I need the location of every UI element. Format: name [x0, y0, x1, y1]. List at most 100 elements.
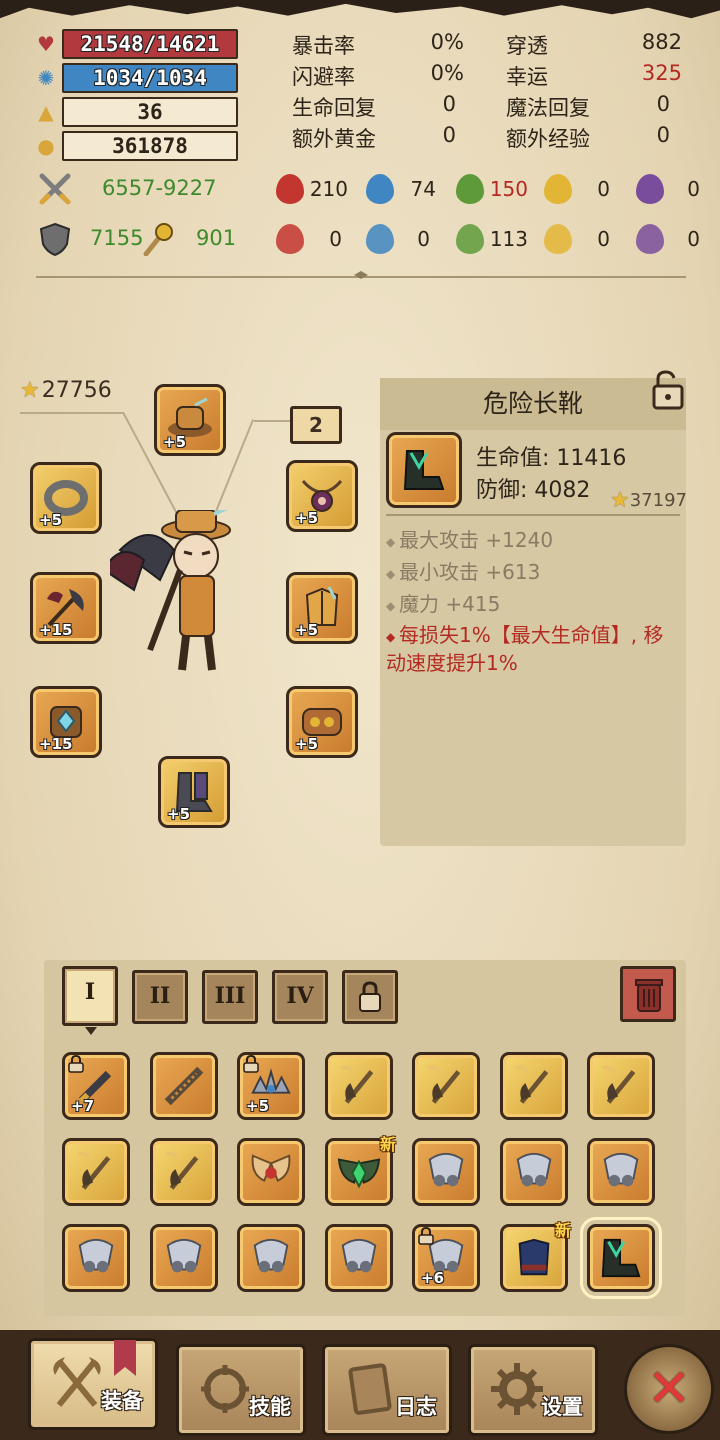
fire-resist-value: 0 — [329, 227, 342, 251]
inventory-slot[interactable] — [237, 1224, 305, 1292]
inventory-slot[interactable]: 新 — [500, 1221, 571, 1292]
magic-resist-value: 901 — [196, 226, 237, 250]
axes-icon — [53, 1357, 101, 1407]
inventory-slot[interactable] — [580, 1217, 662, 1299]
slot-plus: +6 — [421, 1269, 445, 1287]
armor-value: 7155 — [90, 226, 144, 250]
equip-slot-belt[interactable]: +5 — [286, 686, 358, 758]
equip-slot-offhand[interactable]: +15 — [30, 686, 102, 758]
slot-plus: +15 — [39, 621, 73, 639]
stat-value: 882 — [641, 30, 682, 54]
nature-attack-icon — [456, 174, 484, 204]
nav-settings-label: 设置 — [541, 1395, 583, 1419]
gem-wings-icon — [337, 1158, 381, 1189]
lock-icon — [68, 1055, 84, 1073]
bonus-line: 最大攻击 +1240 — [386, 524, 553, 553]
connector-line — [254, 420, 290, 422]
slot-plus: +7 — [71, 1097, 95, 1115]
stat-label: 额外经验 — [506, 127, 590, 151]
tab-page-3[interactable]: III — [202, 970, 258, 1024]
nature-resist-value: 113 — [489, 227, 528, 251]
detail-item-slot — [386, 432, 462, 508]
stat-label: 穿透 — [506, 34, 548, 58]
trash-button[interactable] — [620, 966, 676, 1022]
star-icon: ★ — [20, 378, 40, 403]
skills-icon — [201, 1365, 249, 1413]
nav-equip-button[interactable]: 装备 — [28, 1338, 158, 1430]
stat-label: 暴击率 — [292, 34, 355, 58]
equip-slot-armor[interactable]: +5 — [286, 572, 358, 644]
close-icon: ✕ — [647, 1359, 691, 1419]
inventory-slot[interactable]: 新 — [325, 1135, 396, 1206]
inventory-slot[interactable] — [150, 1224, 218, 1292]
game-screen: ♥ 21548/14621 ✺ 1034/1034 ▲ 36 ● 361878 … — [0, 0, 720, 1440]
inventory-slot[interactable] — [412, 1138, 480, 1206]
inventory-slot[interactable]: +7 — [62, 1052, 130, 1120]
equip-slot-ring[interactable]: +5 — [30, 462, 102, 534]
inventory-slot[interactable] — [150, 1138, 218, 1206]
fire-attack-icon — [276, 174, 304, 204]
tab-page-2[interactable]: II — [132, 970, 188, 1024]
item-defense: 防御: 4082 — [476, 478, 591, 503]
inventory-slot[interactable] — [325, 1052, 393, 1120]
inventory-slot[interactable]: +6 — [412, 1224, 480, 1292]
inventory-slot[interactable] — [150, 1052, 218, 1120]
equip-slot-hat[interactable]: +5 — [154, 384, 226, 456]
water-attack-value: 74 — [410, 177, 436, 201]
feathers-icon — [516, 1152, 552, 1187]
lock-icon — [359, 981, 381, 1012]
water-resist-value: 0 — [417, 227, 430, 251]
hp-bar: 21548/14621 — [62, 29, 238, 59]
lock-icon — [243, 1055, 259, 1073]
gear-icon — [491, 1363, 543, 1415]
new-badge: 新 — [379, 1135, 396, 1154]
placeholder-icon — [427, 1065, 461, 1104]
stat-value: 0% — [430, 30, 464, 54]
total-power: ★ 27756 — [20, 378, 112, 403]
stat-value: 325 — [641, 61, 682, 85]
panel-divider — [386, 514, 680, 516]
nav-log-button[interactable]: 日志 — [322, 1344, 452, 1436]
gold-bar: 361878 — [62, 131, 238, 161]
tab-page-1[interactable]: I — [62, 966, 118, 1026]
lock-icon — [418, 1227, 434, 1245]
equip-slot-boots[interactable]: +5 — [158, 756, 230, 828]
tab-locked[interactable] — [342, 970, 398, 1024]
torn-edge — [0, 0, 720, 19]
slot-plus: +5 — [246, 1097, 270, 1115]
nav-skills-button[interactable]: 技能 — [176, 1344, 306, 1436]
equip-slot-weapon[interactable]: +15 — [30, 572, 102, 644]
inventory-slot[interactable] — [62, 1138, 130, 1206]
star-icon: ★ — [610, 488, 630, 513]
feathers-icon — [253, 1238, 289, 1273]
hero-character — [110, 510, 231, 671]
trash-icon — [635, 979, 663, 1012]
inventory-slot[interactable] — [237, 1138, 305, 1206]
inventory-slot[interactable] — [412, 1052, 480, 1120]
close-button[interactable]: ✕ — [624, 1344, 714, 1434]
mp-bar: 1034/1034 — [62, 63, 238, 93]
inventory-slot[interactable]: +5 — [237, 1052, 305, 1120]
inventory-slot[interactable] — [587, 1052, 655, 1120]
tab-page-4[interactable]: IV — [272, 970, 328, 1024]
nature-attack-value: 150 — [489, 177, 528, 201]
attack-range: 6557-9227 — [102, 176, 217, 200]
unlock-icon[interactable] — [646, 370, 688, 410]
boots-icon — [601, 1238, 641, 1278]
slot-plus: +5 — [167, 805, 191, 823]
nav-skills-label: 技能 — [249, 1395, 291, 1419]
equip-slot-necklace[interactable]: +5 — [286, 460, 358, 532]
inventory-slot[interactable] — [500, 1138, 568, 1206]
nav-settings-button[interactable]: 设置 — [468, 1344, 598, 1436]
inventory-slot[interactable] — [500, 1052, 568, 1120]
feathers-icon — [78, 1238, 114, 1273]
fire-attack-value: 210 — [309, 177, 348, 201]
inventory-slot[interactable] — [325, 1224, 393, 1292]
inventory-slot[interactable] — [587, 1138, 655, 1206]
slot-plus: +5 — [295, 509, 319, 527]
inventory-slot[interactable] — [62, 1224, 130, 1292]
slot-plus: +5 — [163, 433, 187, 451]
stat-label: 额外黄金 — [292, 127, 376, 151]
connector-line — [20, 412, 124, 414]
lightning-resist-value: 0 — [597, 227, 610, 251]
